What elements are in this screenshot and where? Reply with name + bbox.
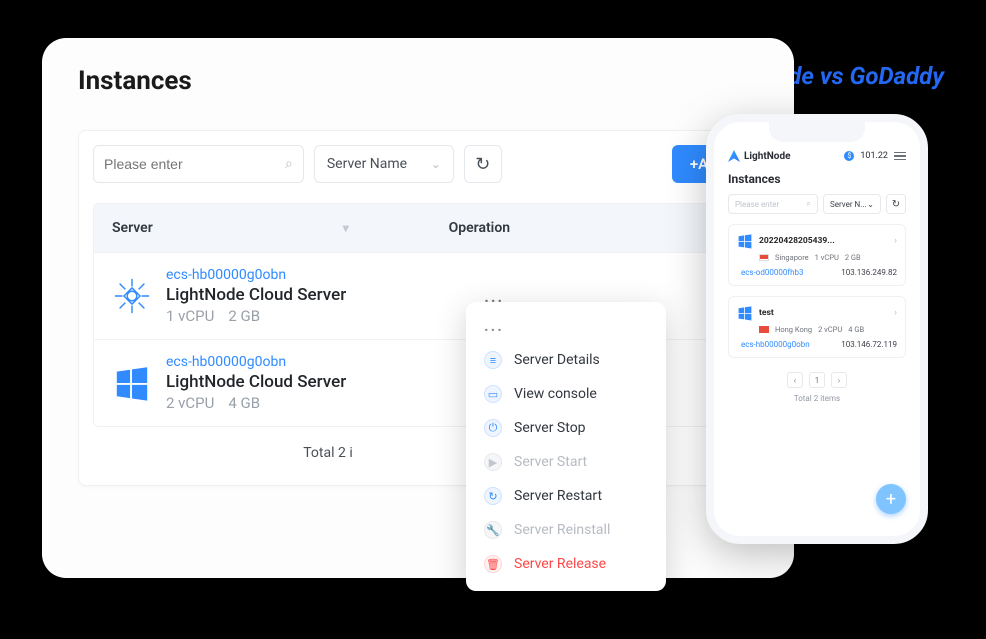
pager-page-current[interactable]: 1 <box>809 372 825 388</box>
menu-server-details[interactable]: ≡ Server Details <box>466 343 666 377</box>
mobile-preview: LightNode $ 101.22 Instances Please ente… <box>706 114 928 544</box>
logo-icon <box>728 150 740 162</box>
search-input[interactable]: ⌕ <box>93 145 304 183</box>
menu-server-restart[interactable]: ↻ Server Restart <box>466 479 666 513</box>
instance-name: LightNode Cloud Server <box>166 285 484 305</box>
chevron-down-icon: ⌄ <box>867 200 874 209</box>
mobile-topbar: LightNode $ 101.22 <box>728 150 906 162</box>
details-icon: ≡ <box>484 351 502 369</box>
chevron-right-icon: › <box>894 308 897 318</box>
chevron-down-icon: ⌄ <box>431 157 441 171</box>
refresh-icon: ↻ <box>892 199 900 210</box>
mobile-ip: 103.146.72.119 <box>841 340 897 349</box>
instance-id[interactable]: ecs-hb00000g0obn <box>166 354 484 370</box>
flag-icon-sg <box>759 254 769 261</box>
mobile-logo[interactable]: LightNode <box>728 150 790 162</box>
menu-server-release[interactable]: 🗑 Server Release <box>466 547 666 581</box>
play-icon: ▶ <box>484 453 502 471</box>
search-field[interactable] <box>104 156 285 172</box>
mobile-add-fab[interactable]: + <box>876 484 906 514</box>
instances-panel: Instances ⌕ Server Name ⌄ ↻ +Add <box>42 38 794 578</box>
instance-spec: 1 vCPU2 GB <box>166 307 484 325</box>
coin-icon: $ <box>844 151 854 161</box>
pager-prev-button[interactable]: ‹ <box>787 372 803 388</box>
mobile-refresh-button[interactable]: ↻ <box>886 194 906 214</box>
filter-label: Server Name <box>327 156 407 172</box>
search-icon: ⌕ <box>285 156 293 172</box>
mobile-instance-id: 20220428205439... <box>759 236 835 246</box>
mobile-balance[interactable]: $ 101.22 <box>844 151 906 161</box>
menu-view-console[interactable]: ▭ View console <box>466 377 666 411</box>
pager-next-button[interactable]: › <box>831 372 847 388</box>
mobile-instance-card[interactable]: test › Hong Kong 2 vCPU 4 GB ecs-hb00000… <box>728 296 906 358</box>
mobile-total: Total 2 items <box>728 394 906 403</box>
refresh-icon: ↻ <box>475 154 490 175</box>
windows-icon <box>737 305 753 321</box>
instance-spec: 2 vCPU4 GB <box>166 394 484 412</box>
th-operation: Operation <box>449 220 724 236</box>
wrench-icon: 🔧 <box>484 521 502 539</box>
mobile-search-input[interactable]: Please enter ⌕ <box>728 194 818 214</box>
table-header: Server ▾ Operation <box>94 204 742 252</box>
mobile-pager: ‹ 1 › <box>728 372 906 388</box>
mobile-ecs-id[interactable]: ecs-hb00000g0obn <box>741 340 810 349</box>
refresh-button[interactable]: ↻ <box>464 145 502 183</box>
menu-header: ... <box>466 316 666 343</box>
chevron-right-icon: › <box>894 236 897 246</box>
toolbar: ⌕ Server Name ⌄ ↻ +Add <box>93 145 743 183</box>
plus-icon: + <box>886 489 896 510</box>
page-title: Instances <box>78 66 758 96</box>
actions-menu: ... ≡ Server Details ▭ View console ⏻ Se… <box>466 302 666 591</box>
menu-server-stop[interactable]: ⏻ Server Stop <box>466 411 666 445</box>
mobile-instance-id: test <box>759 308 774 318</box>
instance-name: LightNode Cloud Server <box>166 372 484 392</box>
windows-icon <box>737 233 753 249</box>
power-icon: ⏻ <box>484 419 502 437</box>
centos-icon <box>112 276 152 316</box>
mobile-page-title: Instances <box>728 172 906 186</box>
instance-id[interactable]: ecs-hb00000g0obn <box>166 267 484 283</box>
th-server: Server <box>112 220 153 236</box>
mobile-ip: 103.136.249.82 <box>841 268 897 277</box>
flag-icon-hk <box>759 326 769 333</box>
menu-server-reinstall: 🔧 Server Reinstall <box>466 513 666 547</box>
console-icon: ▭ <box>484 385 502 403</box>
filter-dropdown[interactable]: Server Name ⌄ <box>314 145 454 183</box>
mobile-ecs-id[interactable]: ecs-od00000fhb3 <box>741 268 804 277</box>
filter-icon[interactable]: ▾ <box>343 221 349 235</box>
search-icon: ⌕ <box>807 199 811 209</box>
mobile-instance-card[interactable]: 20220428205439... › Singapore 1 vCPU 2 G… <box>728 224 906 286</box>
menu-icon[interactable] <box>894 152 906 161</box>
restart-icon: ↻ <box>484 487 502 505</box>
mobile-filter-dropdown[interactable]: Server N...⌄ <box>823 194 881 214</box>
phone-notch <box>769 122 865 142</box>
windows-icon <box>112 363 152 403</box>
menu-server-start: ▶ Server Start <box>466 445 666 479</box>
trash-icon: 🗑 <box>484 555 502 573</box>
